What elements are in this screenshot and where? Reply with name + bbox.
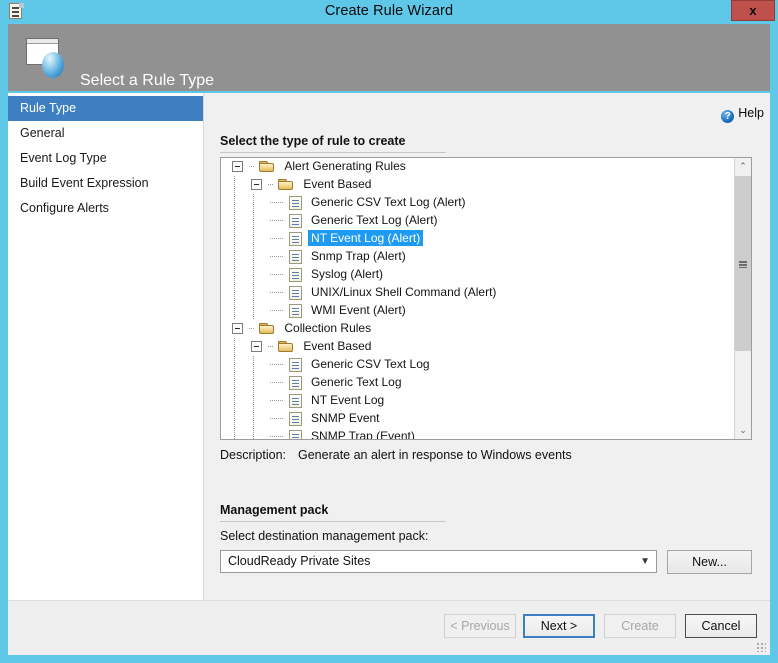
title-bar: Create Rule Wizard x [0,0,778,24]
tree-item-label: Syslog (Alert) [308,266,386,282]
tree-item-label: Collection Rules [281,320,374,336]
rule-type-tree[interactable]: Alert Generating Rules Event Based Gener… [220,157,752,440]
cancel-button[interactable]: Cancel [685,614,757,638]
tree-row[interactable]: Event Based [221,338,734,356]
folder-icon [259,322,275,335]
management-pack-selected-value: CloudReady Private Sites [228,554,370,568]
create-button[interactable]: Create [604,614,676,638]
management-pack-heading: Management pack [220,503,328,521]
section-divider [220,521,446,522]
folder-icon [278,340,294,353]
tree-row[interactable]: UNIX/Linux Shell Command (Alert) [221,284,734,302]
rule-wizard-icon [24,34,72,82]
tree-item-label: UNIX/Linux Shell Command (Alert) [308,284,499,300]
help-circle-icon: ? [721,110,734,123]
collapse-icon[interactable] [232,161,243,172]
tree-item-label: Generic CSV Text Log (Alert) [308,194,469,210]
tree-row[interactable]: Event Based [221,176,734,194]
folder-icon [259,160,275,173]
collapse-icon[interactable] [232,323,243,334]
close-button[interactable]: x [731,0,775,21]
collapse-icon[interactable] [251,179,262,190]
scroll-up-icon[interactable]: ⌃ [735,158,751,175]
sidebar-item-build-event-expression[interactable]: Build Event Expression [8,171,203,196]
tree-row[interactable]: SNMP Event [221,410,734,428]
tree-row[interactable]: WMI Event (Alert) [221,302,734,320]
tree-scrollbar[interactable]: ⌃ ⌄ [734,158,751,439]
document-icon [289,394,302,408]
sidebar-item-label: Configure Alerts [20,201,109,215]
document-icon [289,376,302,390]
sidebar-item-label: Build Event Expression [20,176,149,190]
previous-button[interactable]: < Previous [444,614,516,638]
tree-row[interactable]: Collection Rules [221,320,734,338]
sidebar-item-general[interactable]: General [8,121,203,146]
document-icon [289,304,302,318]
tree-row[interactable]: Snmp Trap (Alert) [221,248,734,266]
window-title: Create Rule Wizard [0,3,778,19]
sidebar-item-label: Rule Type [20,101,76,115]
tree-row[interactable]: Syslog (Alert) [221,266,734,284]
scroll-down-icon[interactable]: ⌄ [735,422,751,439]
tree-item-label: Event Based [300,338,374,354]
tree-row[interactable]: NT Event Log [221,392,734,410]
wizard-footer: < Previous Next > Create Cancel [8,600,770,655]
tree-item-label: SNMP Trap (Event) [308,428,418,439]
banner-heading: Select a Rule Type [80,72,214,90]
tree-item-label: Generic Text Log (Alert) [308,212,441,228]
tree-item-label: SNMP Event [308,410,382,426]
tree-item-label: Snmp Trap (Alert) [308,248,409,264]
tree-item-label: Generic CSV Text Log [308,356,433,372]
tree-item-label: Event Based [300,176,374,192]
help-link[interactable]: ? Help [721,106,764,123]
tree-row[interactable]: Alert Generating Rules [221,158,734,176]
tree-row[interactable]: Generic CSV Text Log (Alert) [221,194,734,212]
document-icon [289,358,302,372]
document-icon [289,214,302,228]
sidebar-item-configure-alerts[interactable]: Configure Alerts [8,196,203,221]
folder-icon [278,178,294,191]
wizard-banner: Select a Rule Type [8,24,770,91]
section-divider [220,152,446,153]
document-icon [289,196,302,210]
tree-item-label: NT Event Log [308,392,387,408]
tree-item-label: Generic Text Log [308,374,405,390]
scrollbar-thumb[interactable] [735,176,751,351]
document-icon [289,412,302,426]
wizard-step-sidebar: Rule Type General Event Log Type Build E… [8,93,204,600]
document-icon [289,268,302,282]
document-icon [289,430,302,439]
resize-grip[interactable] [755,641,766,652]
next-button[interactable]: Next > [523,614,595,638]
chevron-down-icon: ▼ [640,556,650,567]
tree-row[interactable]: Generic Text Log [221,374,734,392]
sidebar-item-label: General [20,126,64,140]
tree-item-label: NT Event Log (Alert) [308,230,423,246]
help-label: Help [738,106,764,120]
sidebar-item-label: Event Log Type [20,151,107,165]
tree-row-selected[interactable]: NT Event Log (Alert) [221,230,734,248]
management-pack-select[interactable]: CloudReady Private Sites ▼ [220,550,657,573]
collapse-icon[interactable] [251,341,262,352]
description-text: Generate an alert in response to Windows… [298,448,572,462]
sidebar-item-event-log-type[interactable]: Event Log Type [8,146,203,171]
tree-item-label: Alert Generating Rules [281,158,408,174]
page-title: Select the type of rule to create [220,134,405,152]
tree-row[interactable]: SNMP Trap (Event) [221,428,734,439]
description-row: Description: Generate an alert in respons… [220,448,572,462]
tree-row[interactable]: Generic CSV Text Log [221,356,734,374]
management-pack-field-label: Select destination management pack: [220,529,428,543]
document-icon [289,250,302,264]
sidebar-item-rule-type[interactable]: Rule Type [8,96,203,121]
create-rule-wizard-window: Create Rule Wizard x Select a Rule Type … [0,0,778,663]
document-icon [289,232,302,246]
tree-row[interactable]: Generic Text Log (Alert) [221,212,734,230]
tree-scroll-area: Alert Generating Rules Event Based Gener… [221,158,734,439]
new-management-pack-button[interactable]: New... [667,550,752,574]
description-label: Description: [220,448,286,462]
document-icon [289,286,302,300]
tree-item-label: WMI Event (Alert) [308,302,409,318]
